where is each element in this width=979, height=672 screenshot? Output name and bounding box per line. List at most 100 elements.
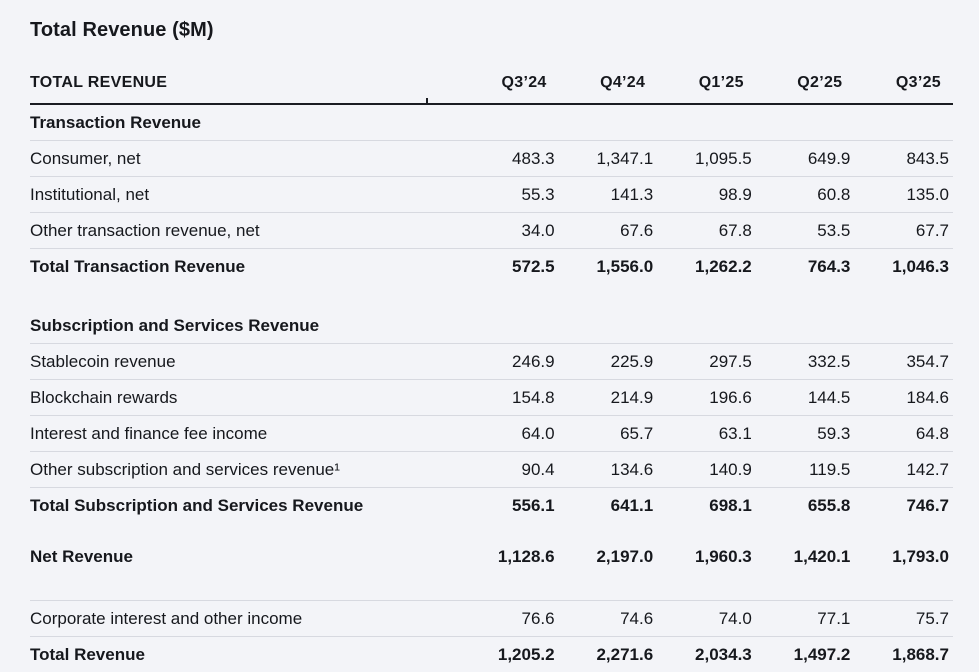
row-label: Transaction Revenue [30, 104, 460, 141]
row-value: 60.8 [756, 177, 855, 213]
row-value: 1,347.1 [559, 141, 658, 177]
row-value: 1,095.5 [657, 141, 756, 177]
row-value: 141.3 [559, 177, 658, 213]
spacer-cell [30, 284, 953, 308]
spacer-cell [30, 523, 953, 539]
data-row: Other transaction revenue, net34.067.667… [30, 213, 953, 249]
row-value: 1,556.0 [559, 249, 658, 285]
row-label: Corporate interest and other income [30, 601, 460, 637]
row-value: 843.5 [854, 141, 953, 177]
row-value: 74.0 [657, 601, 756, 637]
section-row: Subscription and Services Revenue [30, 308, 953, 344]
row-value: 246.9 [460, 344, 559, 380]
spacer-row [30, 284, 953, 308]
row-value: 483.3 [460, 141, 559, 177]
row-value: 1,497.2 [756, 637, 855, 672]
data-row: Institutional, net55.3141.398.960.8135.0 [30, 177, 953, 213]
row-value: 64.0 [460, 416, 559, 452]
row-value: 2,271.6 [559, 637, 658, 672]
row-value: 556.1 [460, 488, 559, 524]
row-value: 1,960.3 [657, 539, 756, 574]
row-value: 144.5 [756, 380, 855, 416]
row-value [756, 104, 855, 141]
data-row: Blockchain rewards154.8214.9196.6144.518… [30, 380, 953, 416]
row-value [559, 308, 658, 344]
row-value [657, 104, 756, 141]
row-value [756, 308, 855, 344]
financial-table-page: Total Revenue ($M) TOTAL REVENUE Q3’24 Q… [0, 0, 979, 672]
row-value: 1,793.0 [854, 539, 953, 574]
row-value: 214.9 [559, 380, 658, 416]
row-value: 1,868.7 [854, 637, 953, 672]
header-column-q3-24: Q3’24 [460, 66, 559, 104]
row-label: Other subscription and services revenue¹ [30, 452, 460, 488]
total-row: Total Transaction Revenue572.51,556.01,2… [30, 249, 953, 285]
row-value: 90.4 [460, 452, 559, 488]
row-value: 746.7 [854, 488, 953, 524]
row-value: 184.6 [854, 380, 953, 416]
row-value: 34.0 [460, 213, 559, 249]
page-title: Total Revenue ($M) [30, 16, 953, 44]
row-label: Stablecoin revenue [30, 344, 460, 380]
header-label-column: TOTAL REVENUE [30, 66, 460, 104]
row-label: Institutional, net [30, 177, 460, 213]
data-row: Other subscription and services revenue¹… [30, 452, 953, 488]
spacer-row [30, 574, 953, 601]
row-value: 354.7 [854, 344, 953, 380]
row-label: Total Transaction Revenue [30, 249, 460, 285]
total-row: Total Revenue1,205.22,271.62,034.31,497.… [30, 637, 953, 672]
row-value: 641.1 [559, 488, 658, 524]
data-row: Corporate interest and other income76.67… [30, 601, 953, 637]
row-value: 77.1 [756, 601, 855, 637]
row-value: 53.5 [756, 213, 855, 249]
row-value: 649.9 [756, 141, 855, 177]
row-value: 55.3 [460, 177, 559, 213]
row-value: 63.1 [657, 416, 756, 452]
row-value: 297.5 [657, 344, 756, 380]
row-value [460, 104, 559, 141]
row-label: Other transaction revenue, net [30, 213, 460, 249]
data-row: Stablecoin revenue246.9225.9297.5332.535… [30, 344, 953, 380]
header-column-q1-25: Q1’25 [657, 66, 756, 104]
row-value: 140.9 [657, 452, 756, 488]
row-value [559, 104, 658, 141]
revenue-table: TOTAL REVENUE Q3’24 Q4’24 Q1’25 Q2’25 Q3… [30, 66, 953, 672]
row-value: 134.6 [559, 452, 658, 488]
row-label: Net Revenue [30, 539, 460, 574]
total-row: Total Subscription and Services Revenue5… [30, 488, 953, 524]
revenue-table-body: Transaction RevenueConsumer, net483.31,3… [30, 104, 953, 672]
row-value: 135.0 [854, 177, 953, 213]
row-value: 698.1 [657, 488, 756, 524]
row-label: Total Revenue [30, 637, 460, 672]
row-value: 119.5 [756, 452, 855, 488]
row-value: 154.8 [460, 380, 559, 416]
header-column-q3-25: Q3’25 [854, 66, 953, 104]
row-value: 74.6 [559, 601, 658, 637]
row-label: Total Subscription and Services Revenue [30, 488, 460, 524]
row-value: 64.8 [854, 416, 953, 452]
header-column-q4-24: Q4’24 [559, 66, 658, 104]
section-row: Transaction Revenue [30, 104, 953, 141]
row-label: Interest and finance fee income [30, 416, 460, 452]
spacer-cell [30, 574, 953, 601]
row-value: 2,197.0 [559, 539, 658, 574]
row-value: 332.5 [756, 344, 855, 380]
row-label: Consumer, net [30, 141, 460, 177]
row-value [854, 308, 953, 344]
row-value: 196.6 [657, 380, 756, 416]
row-value [460, 308, 559, 344]
revenue-table-header: TOTAL REVENUE Q3’24 Q4’24 Q1’25 Q2’25 Q3… [30, 66, 953, 104]
row-value: 1,205.2 [460, 637, 559, 672]
row-value: 1,420.1 [756, 539, 855, 574]
data-row: Interest and finance fee income64.065.76… [30, 416, 953, 452]
data-row: Consumer, net483.31,347.11,095.5649.9843… [30, 141, 953, 177]
row-value: 2,034.3 [657, 637, 756, 672]
row-label: Subscription and Services Revenue [30, 308, 460, 344]
row-value: 1,128.6 [460, 539, 559, 574]
row-value: 1,262.2 [657, 249, 756, 285]
row-value: 655.8 [756, 488, 855, 524]
row-value: 67.8 [657, 213, 756, 249]
row-value: 67.7 [854, 213, 953, 249]
row-value: 67.6 [559, 213, 658, 249]
header-row: TOTAL REVENUE Q3’24 Q4’24 Q1’25 Q2’25 Q3… [30, 66, 953, 104]
